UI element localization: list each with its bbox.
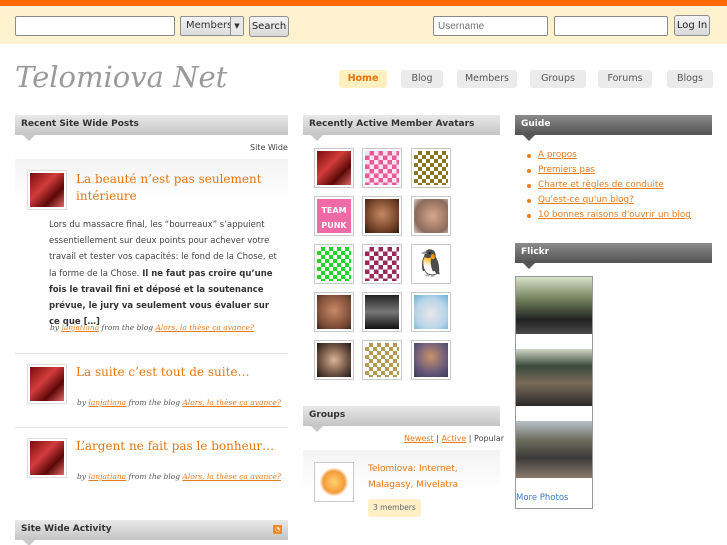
username-field[interactable] — [433, 16, 548, 36]
posts-widget-title: Recent Site Wide Posts — [21, 119, 139, 129]
groups-filter: Newest | Active | Popular — [404, 434, 505, 443]
flickr-photo[interactable] — [516, 277, 592, 334]
blog-link[interactable]: Alors, la thèse ça avance? — [182, 398, 280, 407]
flickr-photo[interactable] — [516, 421, 592, 478]
guide-link[interactable]: A propos — [538, 150, 577, 160]
posts-widget-header: Recent Site Wide Posts — [15, 115, 288, 141]
divider — [15, 427, 288, 428]
flickr-widget-title: Flickr — [521, 247, 550, 257]
member-avatar[interactable] — [411, 196, 451, 236]
member-avatar[interactable] — [362, 244, 402, 284]
post-title[interactable]: La beauté n’est pas seulement intérieure — [76, 171, 276, 205]
post-avatar[interactable] — [27, 438, 67, 478]
avatars-widget-title: Recently Active Member Avatars — [309, 119, 475, 129]
nav-groups[interactable]: Groups — [530, 70, 586, 88]
posts-filter-site-wide[interactable]: Site Wide — [250, 143, 288, 152]
member-avatar[interactable] — [314, 148, 354, 188]
member-avatar[interactable] — [314, 244, 354, 284]
groups-filter-popular[interactable]: Popular — [474, 434, 504, 443]
member-avatar[interactable] — [314, 292, 354, 332]
chevron-down-icon: ▼ — [230, 17, 243, 35]
member-avatar[interactable] — [314, 340, 354, 380]
bullet-icon — [527, 214, 531, 218]
groups-widget-title: Groups — [309, 410, 346, 420]
bullet-icon — [527, 169, 531, 173]
author-link[interactable]: lanjatiana — [61, 323, 99, 332]
member-avatar[interactable] — [362, 292, 402, 332]
flickr-widget-header: Flickr — [515, 243, 712, 269]
nav-forums[interactable]: Forums — [598, 70, 652, 88]
post-avatar[interactable] — [27, 170, 67, 210]
tux-avatar[interactable]: 🐧 — [411, 244, 451, 284]
post-title[interactable]: L’argent ne fait pas le bonheur… — [76, 438, 276, 455]
guide-widget-title: Guide — [521, 119, 551, 129]
group-avatar[interactable] — [314, 462, 354, 502]
search-scope-select[interactable]: Members ▼ — [180, 16, 244, 36]
member-avatar[interactable]: TEAM PUNK — [314, 196, 354, 236]
post-byline: by lanjatiana from the blog Alors, la th… — [77, 472, 281, 481]
search-button[interactable]: Search — [249, 16, 289, 37]
author-link[interactable]: lanjatiana — [88, 398, 126, 407]
group-member-count: 3 members — [368, 499, 421, 517]
author-link[interactable]: lanjatiana — [88, 472, 126, 481]
flickr-photos: More Photos — [515, 276, 593, 509]
more-photos-link[interactable]: More Photos — [516, 493, 568, 503]
activity-widget-title: Site Wide Activity — [21, 524, 112, 534]
guide-link[interactable]: 10 bonnes raisons d'ouvrir un blog — [538, 210, 691, 220]
member-avatar[interactable] — [362, 196, 402, 236]
post-avatar[interactable] — [27, 364, 67, 404]
nav-members[interactable]: Members — [457, 70, 517, 88]
bullet-icon — [527, 184, 531, 188]
nav-blogs[interactable]: Blogs — [667, 70, 713, 88]
post-byline: by lanjatiana from the blog Alors, la th… — [77, 398, 281, 407]
activity-widget-header: Site Wide Activity ◔ — [15, 520, 288, 545]
flickr-photo[interactable] — [516, 349, 592, 406]
groups-filter-newest[interactable]: Newest — [404, 434, 434, 443]
rss-icon[interactable]: ◔ — [273, 525, 282, 534]
member-avatar[interactable] — [411, 292, 451, 332]
search-input[interactable] — [15, 16, 175, 36]
guide-link[interactable]: Premiers pas — [538, 165, 595, 175]
post-title[interactable]: La suite c’est tout de suite… — [76, 364, 276, 381]
login-button[interactable]: Log In — [674, 15, 710, 36]
avatars-widget-header: Recently Active Member Avatars — [303, 115, 500, 141]
nav-home[interactable]: Home — [339, 70, 387, 88]
groups-widget-header: Groups — [303, 406, 500, 432]
group-name[interactable]: Telomiova: Internet, Malagasy, Mivelatra — [368, 461, 478, 493]
groups-filter-active[interactable]: Active — [441, 434, 466, 443]
post-excerpt: Lors du massacre final, les “bourreaux” … — [49, 220, 277, 328]
member-avatar[interactable] — [362, 148, 402, 188]
divider — [15, 353, 288, 354]
member-avatar[interactable] — [362, 340, 402, 380]
site-title[interactable]: Telomiova Net — [15, 60, 227, 94]
blog-link[interactable]: Alors, la thèse ça avance? — [182, 472, 280, 481]
member-avatar[interactable] — [411, 340, 451, 380]
password-field[interactable] — [554, 16, 668, 36]
guide-link[interactable]: Charte et règles de conduite — [538, 180, 664, 190]
blog-link[interactable]: Alors, la thèse ça avance? — [155, 323, 253, 332]
member-avatar[interactable] — [411, 148, 451, 188]
guide-link[interactable]: Qu'est-ce qu'un blog? — [538, 195, 634, 205]
guide-widget-header: Guide — [515, 115, 712, 141]
search-scope-value: Members — [186, 20, 233, 31]
bullet-icon — [527, 154, 531, 158]
bullet-icon — [527, 199, 531, 203]
nav-blog[interactable]: Blog — [401, 70, 443, 88]
post-byline: by lanjatiana from the blog Alors, la th… — [50, 323, 254, 332]
